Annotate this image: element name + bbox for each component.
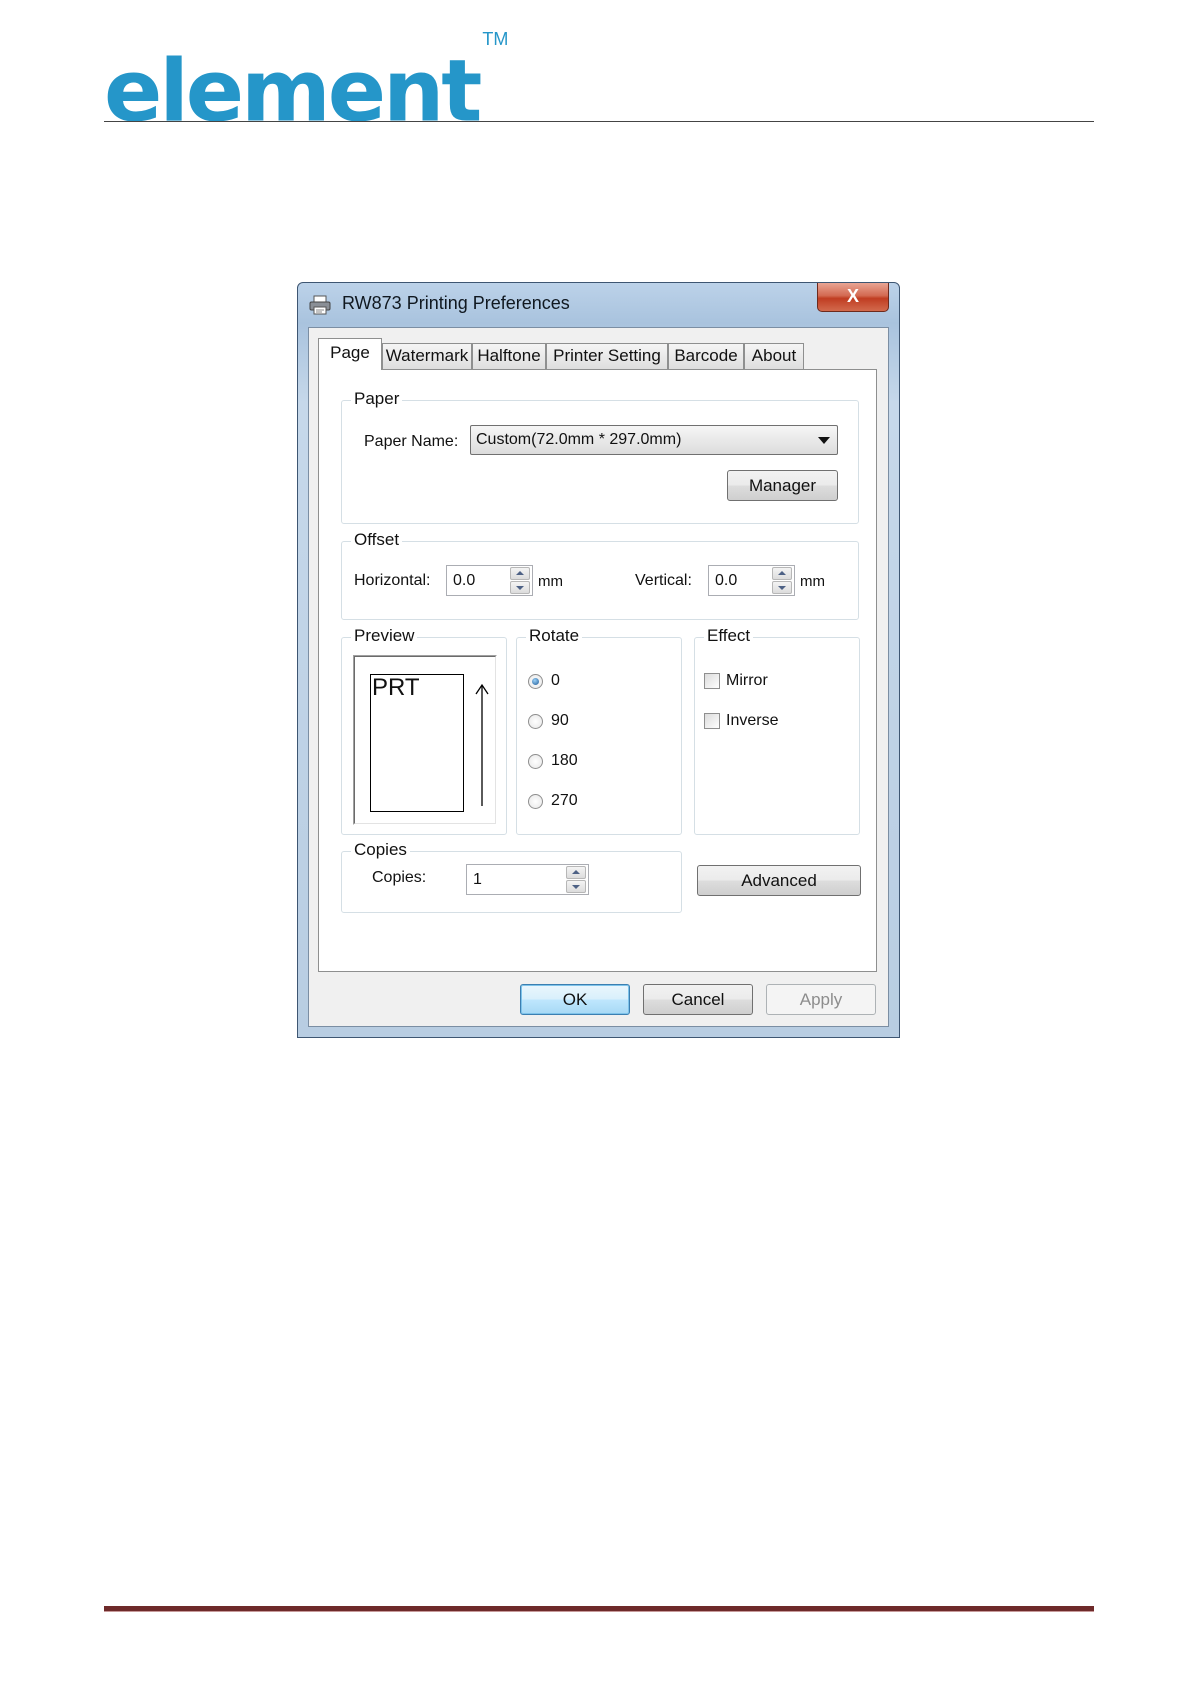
page-tab-panel: Paper Paper Name: Custom(72.0mm * 297.0m… [318, 369, 877, 972]
chevron-down-icon [818, 437, 830, 444]
horizontal-spinner[interactable] [510, 566, 532, 595]
rotate-180-radio[interactable] [528, 754, 543, 769]
inverse-label: Inverse [726, 712, 779, 729]
preview-group: Preview PRT [341, 626, 507, 835]
title-bar[interactable]: RW873 Printing Preferences X [298, 283, 899, 323]
horizontal-unit: mm [538, 573, 563, 590]
window-title: RW873 Printing Preferences [342, 293, 570, 313]
logo-text: element [104, 41, 482, 142]
paper-group-label: Paper [351, 389, 403, 409]
spin-up-icon[interactable] [772, 567, 792, 580]
effect-group-label: Effect [704, 626, 754, 646]
tab-barcode[interactable]: Barcode [668, 343, 744, 369]
apply-button[interactable]: Apply [766, 984, 876, 1015]
orientation-arrow-icon [475, 683, 489, 806]
copies-group-label: Copies [351, 840, 410, 860]
vertical-label: Vertical: [635, 572, 692, 589]
preview-area: PRT [353, 655, 497, 825]
copies-input[interactable]: 1 [466, 864, 589, 895]
printer-icon [309, 295, 331, 315]
tab-page[interactable]: Page [318, 338, 382, 370]
element-logo: elementTM [104, 29, 508, 137]
header-rule [104, 121, 1094, 122]
close-icon: X [846, 286, 859, 306]
horizontal-offset-value: 0.0 [453, 572, 476, 589]
offset-group-label: Offset [351, 530, 403, 550]
rotate-270-radio[interactable] [528, 794, 543, 809]
paper-group: Paper Paper Name: Custom(72.0mm * 297.0m… [341, 389, 859, 524]
vertical-spinner[interactable] [772, 566, 794, 595]
advanced-button[interactable]: Advanced [697, 865, 861, 896]
close-button[interactable]: X [817, 283, 889, 312]
copies-label: Copies: [372, 869, 427, 886]
cancel-button[interactable]: Cancel [643, 984, 753, 1015]
spin-up-icon[interactable] [566, 866, 586, 879]
manager-button[interactable]: Manager [727, 470, 838, 501]
rotate-90-radio[interactable] [528, 714, 543, 729]
rotate-0-label: 0 [551, 672, 560, 689]
ok-button[interactable]: OK [520, 984, 630, 1015]
mirror-label: Mirror [726, 672, 768, 689]
rotate-180-label: 180 [551, 752, 578, 769]
vertical-offset-value: 0.0 [715, 572, 738, 589]
spin-down-icon[interactable] [566, 880, 586, 893]
horizontal-offset-input[interactable]: 0.0 [446, 565, 533, 596]
tab-halftone[interactable]: Halftone [472, 343, 546, 369]
spin-up-icon[interactable] [510, 567, 530, 580]
tab-about[interactable]: About [744, 343, 804, 369]
rotate-270-label: 270 [551, 792, 578, 809]
tab-printer-setting[interactable]: Printer Setting [546, 343, 668, 369]
paper-name-value: Custom(72.0mm * 297.0mm) [476, 431, 682, 448]
copies-spinner[interactable] [566, 865, 588, 894]
rotate-group-label: Rotate [526, 626, 583, 646]
offset-group: Offset Horizontal: 0.0 mm Vertical: 0.0 [341, 530, 859, 620]
copies-value: 1 [473, 871, 482, 888]
footer-rule [104, 1606, 1094, 1612]
horizontal-label: Horizontal: [354, 572, 431, 589]
preview-paper: PRT [370, 674, 464, 812]
effect-group: Effect Mirror Inverse [694, 626, 860, 835]
preview-paper-text: PRT [372, 674, 420, 701]
vertical-offset-input[interactable]: 0.0 [708, 565, 795, 596]
paper-name-select[interactable]: Custom(72.0mm * 297.0mm) [470, 425, 838, 455]
paper-name-label: Paper Name: [364, 433, 459, 450]
vertical-unit: mm [800, 573, 825, 590]
inverse-checkbox[interactable] [704, 713, 720, 729]
spin-down-icon[interactable] [510, 581, 530, 594]
rotate-90-label: 90 [551, 712, 569, 729]
mirror-checkbox[interactable] [704, 673, 720, 689]
preview-group-label: Preview [351, 626, 418, 646]
spin-down-icon[interactable] [772, 581, 792, 594]
rotate-0-radio[interactable] [528, 674, 543, 689]
logo-trademark: TM [482, 29, 509, 49]
dialog-client-area: Page Watermark Halftone Printer Setting … [308, 327, 889, 1027]
tab-watermark[interactable]: Watermark [382, 343, 472, 369]
printing-preferences-dialog: RW873 Printing Preferences X Page Waterm… [297, 282, 900, 1038]
copies-group: Copies Copies: 1 [341, 840, 682, 913]
rotate-group: Rotate 0 90 180 270 [516, 626, 682, 835]
